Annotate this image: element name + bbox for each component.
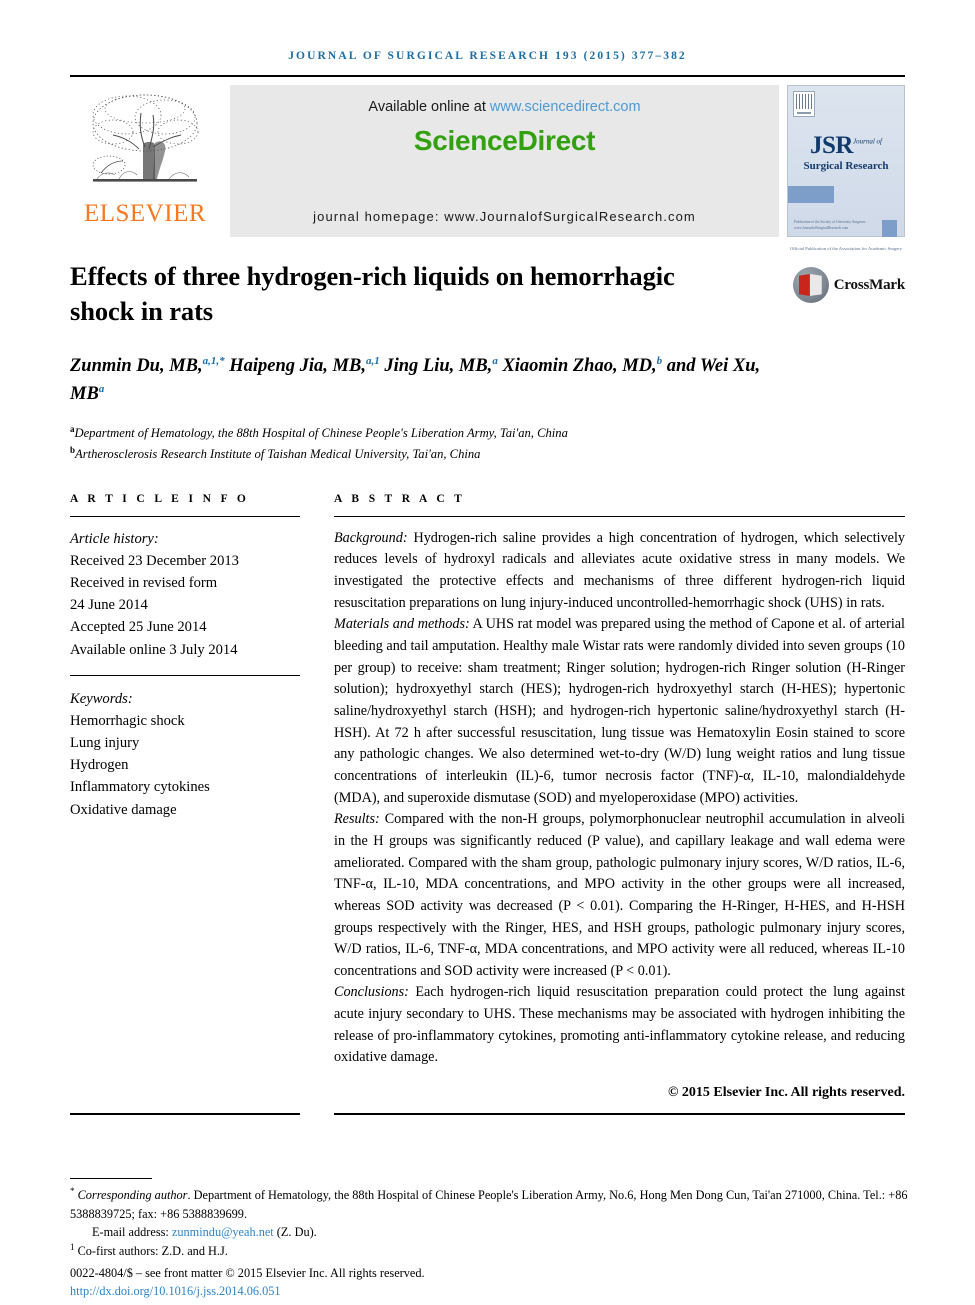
keyword-item: Hemorrhagic shock (70, 712, 185, 729)
author-list: Zunmin Du, MB,a,1,* Haipeng Jia, MB,a,1 … (70, 355, 761, 405)
column-gutter (300, 493, 334, 1101)
article-info-heading: A R T I C L E I N F O (70, 492, 250, 505)
article-info-rule (70, 515, 300, 517)
crossmark-badge[interactable]: CrossMark (792, 267, 905, 303)
footnote-corresponding-author: * Corresponding author. Department of He… (70, 1186, 908, 1221)
cover-elsevier-badge-icon (793, 91, 815, 117)
abstract-section-background: Background: Hydrogen-rich saline provide… (334, 529, 905, 611)
footnote-rule (70, 1178, 152, 1179)
email-link[interactable]: zunmindu@yeah.net (172, 1225, 274, 1239)
title-block: Effects of three hydrogen-rich liquids o… (70, 259, 905, 329)
sciencedirect-banner: Available online at www.sciencedirect.co… (230, 85, 779, 237)
cover-subtitle: Surgical Research (803, 160, 889, 172)
cover-accent-bar-left (788, 186, 834, 203)
available-online-line: Available online at www.sciencedirect.co… (368, 99, 640, 115)
header-rule (70, 75, 905, 77)
keyword-item: Oxidative damage (70, 801, 177, 818)
doi-link[interactable]: http://dx.doi.org/10.1016/j.jss.2014.06.… (70, 1284, 281, 1298)
sciencedirect-link[interactable]: www.sciencedirect.com (490, 99, 641, 115)
available-online-text: Available online at (368, 99, 490, 115)
abstract-body: Background: Hydrogen-rich saline provide… (334, 528, 905, 1069)
affiliation-list: aDepartment of Hematology, the 88th Hosp… (70, 423, 905, 464)
page-title: Effects of three hydrogen-rich liquids o… (70, 261, 675, 327)
keywords-rule (70, 674, 300, 676)
history-item: Accepted 25 June 2014 (70, 619, 207, 636)
keyword-item: Hydrogen (70, 757, 129, 774)
elsevier-tree-icon (92, 94, 199, 182)
article-info-column: A R T I C L E I N F O Article history: R… (70, 493, 300, 1101)
journal-article-page: JOURNAL OF SURGICAL RESEARCH 193 (2015) … (0, 0, 975, 1305)
keyword-item: Lung injury (70, 735, 140, 752)
history-item: Received in revised form (70, 575, 218, 592)
sciencedirect-wordmark: ScienceDirect (413, 125, 596, 156)
keywords-label: Keywords: (70, 690, 133, 707)
footnote-email: E-mail address: zunmindu@yeah.net (Z. Du… (92, 1224, 317, 1239)
info-abstract-columns: A R T I C L E I N F O Article history: R… (70, 493, 905, 1101)
affiliation-b: bArtherosclerosis Research Institute of … (70, 444, 481, 462)
cover-title: JSRJournal of (810, 132, 882, 159)
history-item: Available online 3 July 2014 (70, 641, 238, 658)
elsevier-wordmark: ELSEVIER (83, 200, 207, 227)
crossmark-icon (792, 267, 829, 303)
cover-affiliation-text: Official Publication of the Association … (789, 246, 903, 251)
abstract-column: A B S T R A C T Background: Hydrogen-ric… (334, 493, 905, 1101)
abstract-section-methods: Materials and methods: A UHS rat model w… (334, 616, 905, 806)
abstract-heading: A B S T R A C T (334, 492, 466, 505)
elsevier-logo: ELSEVIER (70, 85, 220, 237)
journal-homepage-line: journal homepage: www.JournalofSurgicalR… (313, 209, 696, 224)
footnote-doi-line: http://dx.doi.org/10.1016/j.jss.2014.06.… (70, 1282, 915, 1300)
article-history: Article history: Received 23 December 20… (70, 528, 300, 661)
cover-footer-text: Publication of the Society of University… (794, 220, 866, 230)
masthead: ELSEVIER Available online at www.science… (70, 85, 905, 251)
bottom-rule-right (334, 1113, 905, 1115)
abstract-section-results: Results: Compared with the non-H groups,… (334, 811, 905, 979)
abstract-copyright: © 2015 Elsevier Inc. All rights reserved… (667, 1085, 905, 1101)
affiliation-a: aDepartment of Hematology, the 88th Hosp… (70, 424, 568, 441)
abstract-rule (334, 515, 905, 517)
article-history-label: Article history: (70, 530, 159, 547)
keywords-block: Keywords: Hemorrhagic shock Lung injury … (70, 688, 300, 821)
history-item: 24 June 2014 (70, 597, 148, 614)
running-head: JOURNAL OF SURGICAL RESEARCH 193 (2015) … (288, 50, 687, 62)
journal-cover-thumbnail: JSRJournal of Surgical Research Official… (787, 85, 905, 251)
footnotes: * Corresponding author. Department of He… (70, 1178, 915, 1301)
bottom-rule-left (70, 1113, 300, 1115)
abstract-section-conclusions: Conclusions: Each hydrogen-rich liquid r… (334, 984, 905, 1066)
footnote-cofirst-authors: 1 Co-first authors: Z.D. and H.J. (70, 1242, 228, 1259)
footnote-issn-line: 0022-4804/$ – see front matter © 2015 El… (70, 1265, 425, 1280)
history-item: Received 23 December 2013 (70, 552, 239, 569)
bottom-rules (70, 1113, 905, 1115)
keyword-item: Inflammatory cytokines (70, 779, 210, 796)
crossmark-label: CrossMark (833, 276, 905, 293)
